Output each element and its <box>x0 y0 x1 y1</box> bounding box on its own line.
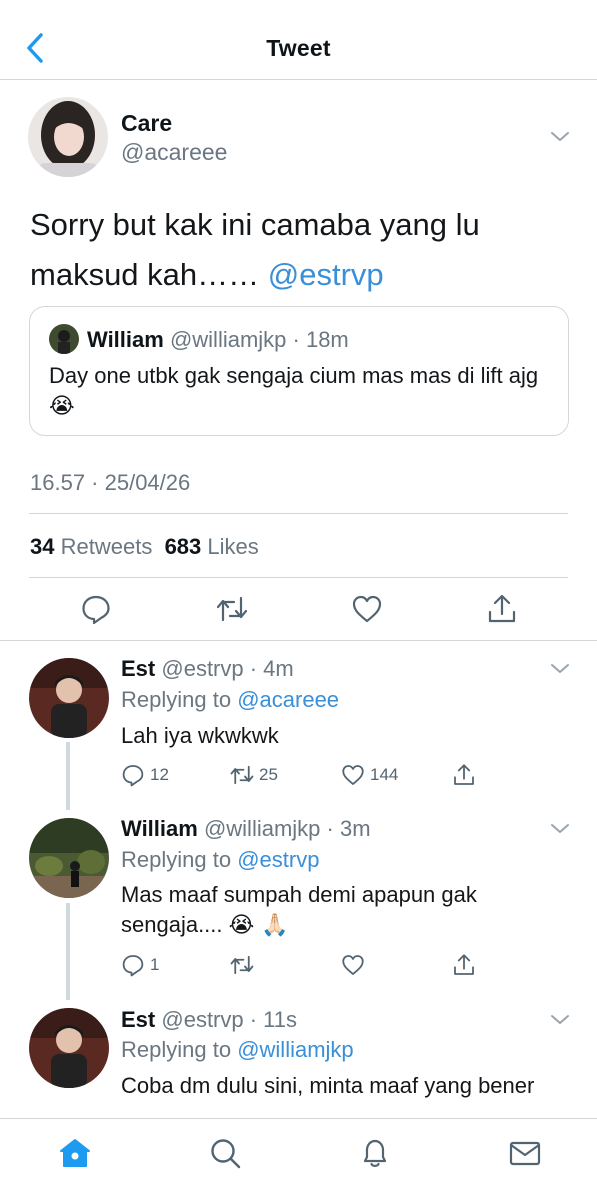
tweet-timestamp: 16.57 · 25/04/26 <box>30 470 191 495</box>
retweet-icon <box>230 765 254 785</box>
reply-author-handle[interactable]: @estrvp · 11s <box>161 1007 297 1032</box>
tweet-body: Sorry but kak ini camaba yang lu maksud … <box>30 207 480 292</box>
search-icon[interactable] <box>208 1136 242 1170</box>
page-title: Tweet <box>266 35 331 61</box>
replying-to-link[interactable]: @estrvp <box>237 847 319 872</box>
tweet-stats: 34 Retweets 683 Likes <box>30 534 259 560</box>
reply-header: Est @estrvp · 4m <box>121 656 294 682</box>
reply-count: 12 <box>150 765 169 784</box>
reply-text: Coba dm dulu sini, minta maaf yang bener <box>121 1073 535 1098</box>
share-icon <box>454 764 474 785</box>
likes-stat[interactable]: 683 Likes <box>165 534 259 559</box>
replying-to: Replying to @acareee <box>121 687 340 712</box>
heart-icon <box>342 765 364 785</box>
reply-author-name[interactable]: Est <box>121 1007 155 1032</box>
retweet-button[interactable]: 25 <box>230 763 278 787</box>
retweet-icon[interactable] <box>216 593 248 625</box>
reply-avatar[interactable] <box>29 818 109 898</box>
like-button[interactable]: 144 <box>341 763 398 787</box>
mail-icon[interactable] <box>508 1136 542 1170</box>
chevron-down-icon[interactable] <box>548 820 572 838</box>
share-icon <box>454 954 474 975</box>
reply-icon <box>122 955 144 977</box>
home-icon[interactable] <box>58 1136 92 1170</box>
like-button[interactable] <box>341 953 365 977</box>
author-handle[interactable]: @acareee <box>121 139 227 166</box>
thread-connector <box>66 742 70 810</box>
reply-icon <box>122 765 144 787</box>
reply-icon[interactable] <box>80 593 112 625</box>
chevron-down-icon[interactable] <box>548 660 572 678</box>
thread-connector <box>66 903 70 1000</box>
reply-text-line: Mas maaf sumpah demi apapun gak <box>121 882 477 907</box>
quoted-author-handle: @williamjkp · 18m <box>169 327 349 352</box>
like-count: 144 <box>370 765 399 784</box>
author-avatar[interactable] <box>28 97 108 177</box>
divider <box>29 513 568 514</box>
replying-to: Replying to @williamjkp <box>121 1037 354 1062</box>
reply-text-line: sengaja.... 😭 🙏🏻 <box>121 912 289 938</box>
retweet-button[interactable] <box>230 953 254 977</box>
reply-avatar[interactable] <box>29 658 109 738</box>
author-name[interactable]: Care <box>121 110 172 137</box>
quoted-author-name: William <box>87 327 164 352</box>
heart-icon[interactable] <box>351 593 383 625</box>
reply-header: Est @estrvp · 11s <box>121 1007 297 1033</box>
reply-button[interactable]: 12 <box>121 763 169 787</box>
reply-header: William @williamjkp · 3m <box>121 816 371 842</box>
divider <box>29 577 568 578</box>
bottom-tab-bar <box>0 1118 597 1199</box>
quoted-tweet-header: William @williamjkp · 18m <box>87 327 349 353</box>
reply-emoji: 😭 🙏🏻 <box>228 913 289 938</box>
reply-author-handle[interactable]: @estrvp · 4m <box>161 656 293 681</box>
quoted-tweet-body: Day one utbk gak sengaja cium mas mas di… <box>49 363 539 388</box>
replying-to: Replying to @estrvp <box>121 847 320 872</box>
reply-text: Lah iya wkwkwk <box>121 723 279 748</box>
reply-count: 1 <box>150 955 160 974</box>
share-button[interactable] <box>452 953 476 977</box>
heart-icon <box>342 955 364 975</box>
quoted-tweet-emoji: 😭 <box>49 394 75 419</box>
reply-text: Mas maaf sumpah demi apapun gak sengaja.… <box>121 880 571 941</box>
divider <box>0 640 597 641</box>
quoted-tweet-card[interactable]: William @williamjkp · 18m Day one utbk g… <box>29 306 569 436</box>
retweet-count: 25 <box>259 765 278 784</box>
top-bar: Tweet <box>0 0 597 80</box>
chevron-down-icon[interactable] <box>548 128 572 146</box>
retweet-icon <box>230 955 254 975</box>
share-button[interactable] <box>452 763 476 787</box>
reply-author-handle[interactable]: @williamjkp · 3m <box>204 816 371 841</box>
quoted-tweet-text: Day one utbk gak sengaja cium mas mas di… <box>49 361 554 422</box>
bell-icon[interactable] <box>358 1136 392 1170</box>
tweet-text: Sorry but kak ini camaba yang lu maksud … <box>30 200 575 300</box>
reply-author-name[interactable]: William <box>121 816 198 841</box>
reply-author-name[interactable]: Est <box>121 656 155 681</box>
quoted-author-avatar <box>49 324 79 354</box>
tweet-mention-link[interactable]: @estrvp <box>268 257 384 292</box>
share-icon[interactable] <box>486 593 518 625</box>
replying-to-link[interactable]: @williamjkp <box>237 1037 353 1062</box>
reply-avatar[interactable] <box>29 1008 109 1088</box>
reply-button[interactable]: 1 <box>121 953 159 977</box>
replying-to-link[interactable]: @acareee <box>237 687 339 712</box>
chevron-down-icon[interactable] <box>548 1011 572 1029</box>
retweets-stat[interactable]: 34 Retweets <box>30 534 152 559</box>
